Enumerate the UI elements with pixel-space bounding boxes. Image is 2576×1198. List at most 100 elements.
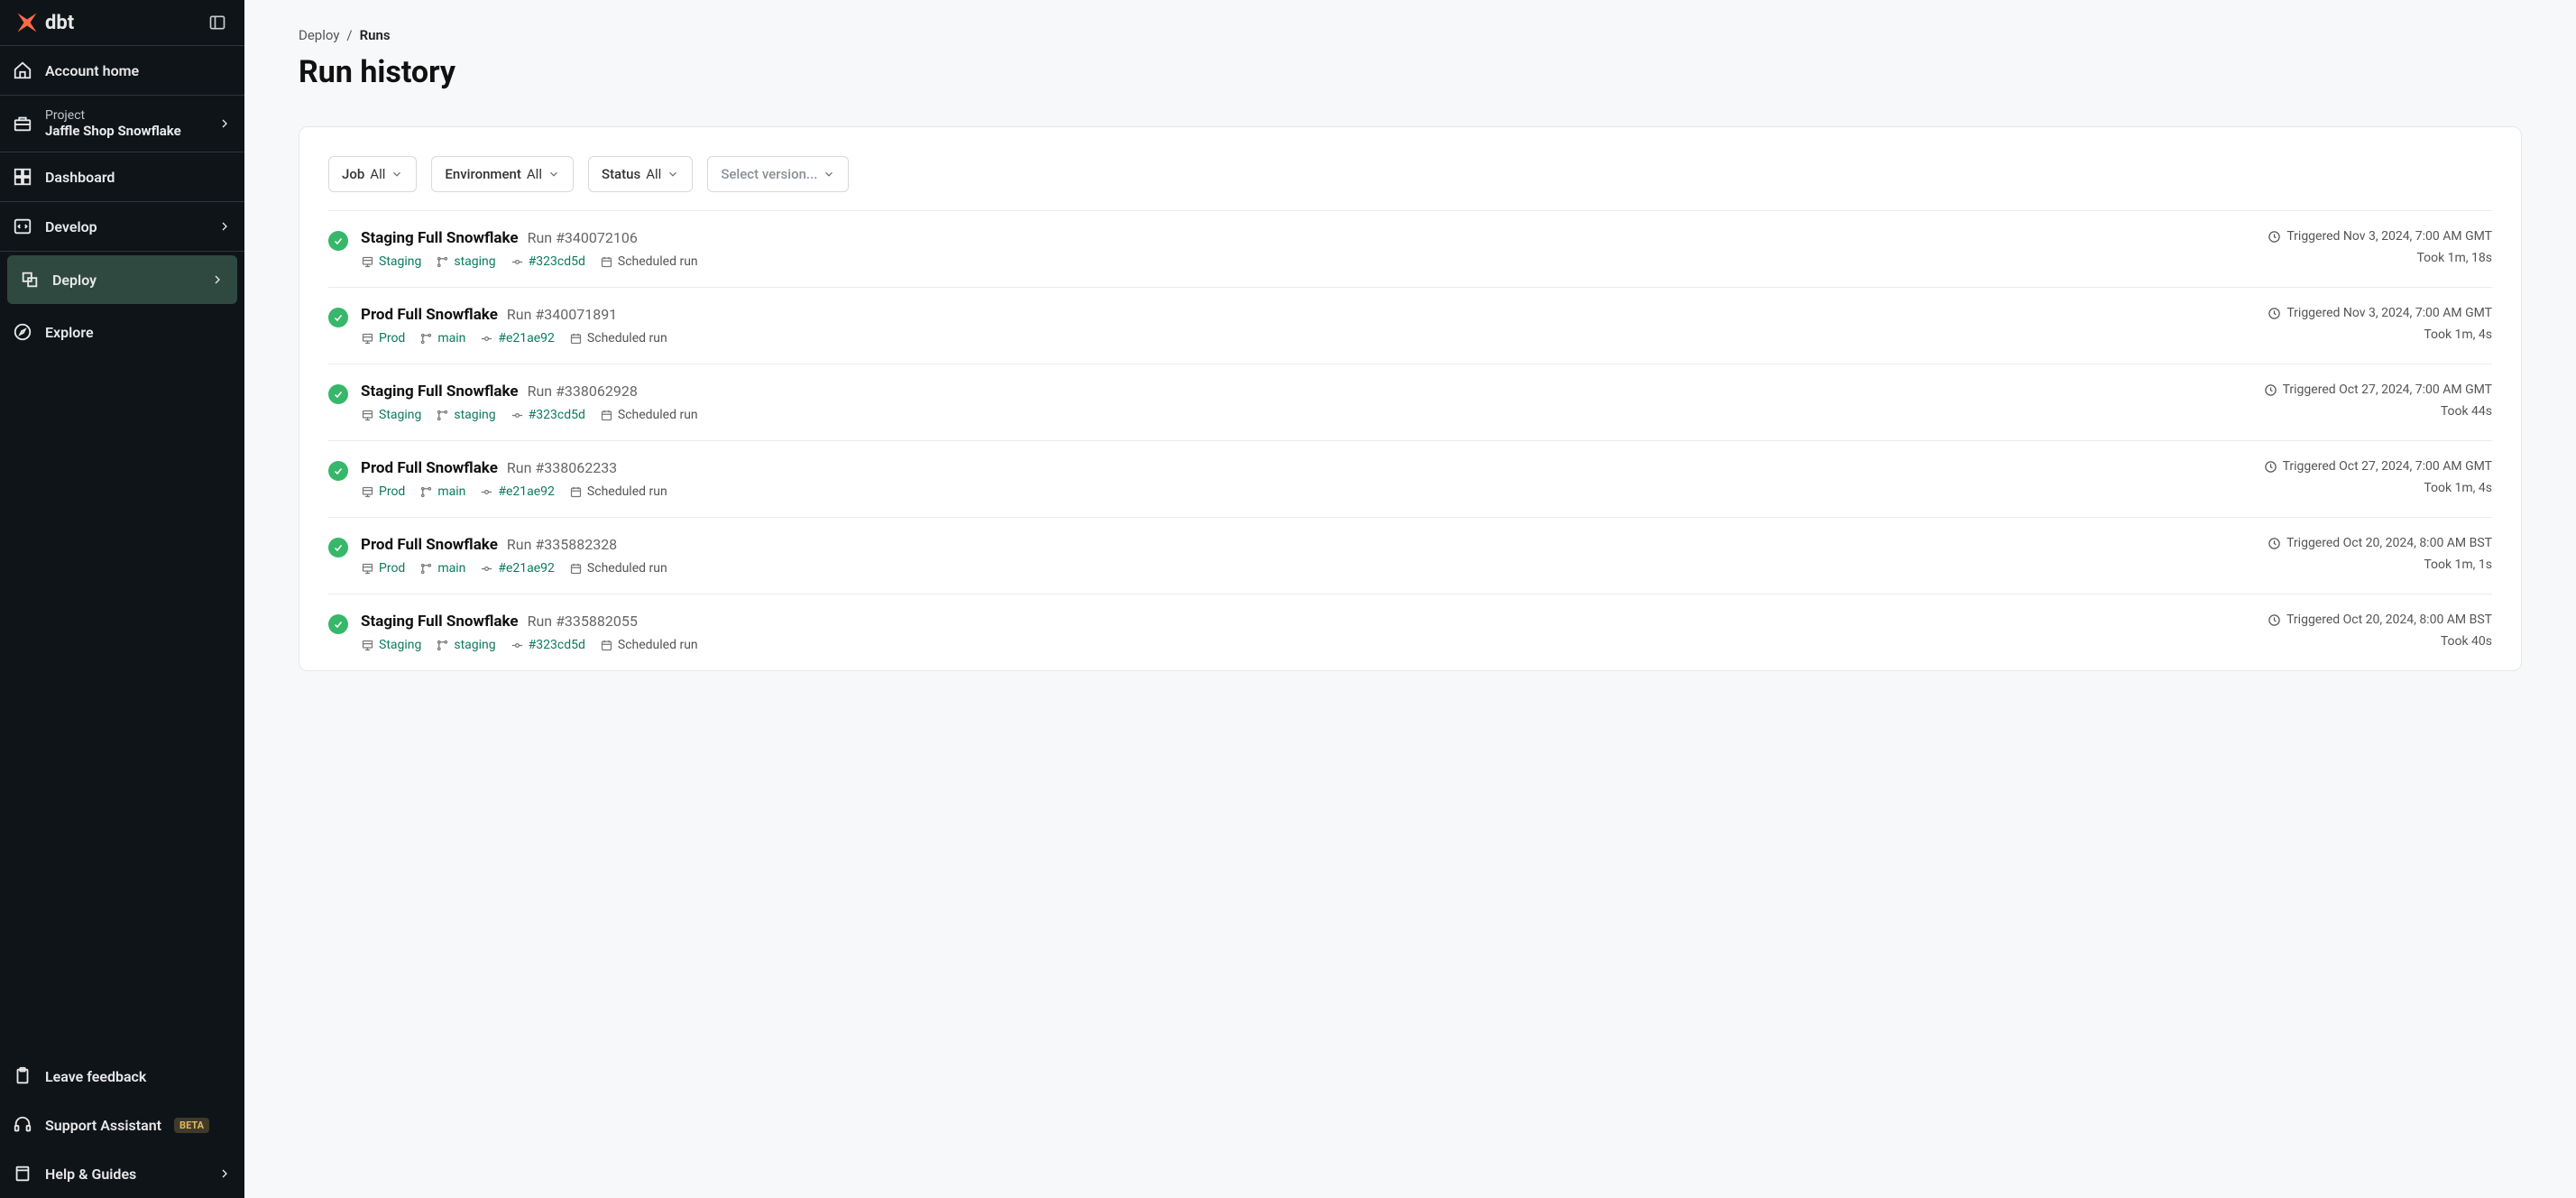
run-branch[interactable]: staging xyxy=(436,638,495,652)
run-environment[interactable]: Prod xyxy=(361,484,405,499)
clock-icon xyxy=(2264,460,2277,474)
chevron-down-icon xyxy=(823,168,835,180)
run-environment[interactable]: Staging xyxy=(361,254,421,269)
filter-value: All xyxy=(527,166,542,182)
run-branch[interactable]: main xyxy=(419,561,465,576)
nav-label: Leave feedback xyxy=(45,1068,146,1085)
chevron-down-icon xyxy=(667,168,679,180)
commit-icon xyxy=(480,332,493,346)
commit-icon xyxy=(511,409,524,422)
chevron-right-icon xyxy=(217,116,232,131)
clock-icon xyxy=(2268,537,2281,550)
run-environment[interactable]: Staging xyxy=(361,408,421,422)
run-branch[interactable]: main xyxy=(419,331,465,346)
commit-icon xyxy=(511,639,524,652)
run-commit[interactable]: #e21ae92 xyxy=(480,331,555,346)
run-commit[interactable]: #323cd5d xyxy=(511,408,585,422)
brand-name: dbt xyxy=(45,12,74,34)
sidebar-collapse-button[interactable] xyxy=(205,10,230,35)
chevron-right-icon xyxy=(217,219,232,234)
sidebar-item-project[interactable]: Project Jaffle Shop Snowflake xyxy=(0,96,244,152)
status-success-icon xyxy=(328,384,348,404)
filter-version[interactable]: Select version... xyxy=(707,156,849,192)
run-row[interactable]: Staging Full Snowflake Run #335882055 St… xyxy=(328,594,2492,670)
beta-badge: BETA xyxy=(174,1118,209,1133)
calendar-icon xyxy=(600,409,613,422)
sidebar-item-deploy[interactable]: Deploy xyxy=(7,255,237,304)
run-name: Prod Full Snowflake xyxy=(361,306,498,324)
status-success-icon xyxy=(328,614,348,634)
clipboard-icon xyxy=(13,1066,32,1086)
filter-value: All xyxy=(646,166,661,182)
run-branch[interactable]: staging xyxy=(436,408,495,422)
calendar-icon xyxy=(600,255,613,269)
filters: Job All Environment All Status All Selec… xyxy=(299,127,2521,210)
chevron-down-icon xyxy=(391,168,403,180)
environment-icon xyxy=(361,255,374,269)
sidebar-item-account-home[interactable]: Account home xyxy=(0,46,244,96)
book-icon xyxy=(13,1164,32,1184)
nav-label: Deploy xyxy=(52,272,97,289)
run-trigger-type: Scheduled run xyxy=(569,484,667,499)
run-row[interactable]: Prod Full Snowflake Run #335882328 Prod … xyxy=(328,517,2492,594)
run-environment[interactable]: Prod xyxy=(361,561,405,576)
run-triggered-time: Triggered Oct 27, 2024, 7:00 AM GMT xyxy=(2264,382,2492,397)
logo[interactable]: dbt xyxy=(14,10,74,35)
nav-label: Help & Guides xyxy=(45,1166,136,1183)
run-commit[interactable]: #e21ae92 xyxy=(480,561,555,576)
breadcrumb: Deploy / Runs xyxy=(299,27,2522,43)
environment-icon xyxy=(361,485,374,499)
calendar-icon xyxy=(569,332,583,346)
sidebar-item-develop[interactable]: Develop xyxy=(0,202,244,252)
run-trigger-type: Scheduled run xyxy=(569,331,667,346)
run-name: Prod Full Snowflake xyxy=(361,459,498,477)
compass-icon xyxy=(13,322,32,342)
sidebar-item-explore[interactable]: Explore xyxy=(0,308,244,356)
branch-icon xyxy=(419,562,433,576)
chevron-right-icon xyxy=(210,272,225,287)
breadcrumb-deploy[interactable]: Deploy xyxy=(299,27,339,43)
run-trigger-type: Scheduled run xyxy=(600,408,698,422)
sidebar-item-feedback[interactable]: Leave feedback xyxy=(0,1052,244,1101)
environment-icon xyxy=(361,409,374,422)
run-row[interactable]: Prod Full Snowflake Run #340071891 Prod … xyxy=(328,287,2492,364)
run-duration: Took 1m, 18s xyxy=(2416,251,2492,265)
run-row[interactable]: Staging Full Snowflake Run #340072106 St… xyxy=(328,210,2492,287)
environment-icon xyxy=(361,639,374,652)
sidebar: dbt Account home Project Jaffle Shop Sno… xyxy=(0,0,244,1198)
project-label: Project xyxy=(45,108,181,123)
run-name: Staging Full Snowflake xyxy=(361,382,519,401)
sidebar-item-dashboard[interactable]: Dashboard xyxy=(0,152,244,202)
run-history-card: Job All Environment All Status All Selec… xyxy=(299,126,2522,671)
clock-icon xyxy=(2268,307,2281,320)
run-triggered-time: Triggered Oct 27, 2024, 7:00 AM GMT xyxy=(2264,459,2492,474)
run-commit[interactable]: #e21ae92 xyxy=(480,484,555,499)
sidebar-item-support[interactable]: Support Assistant BETA xyxy=(0,1101,244,1149)
clock-icon xyxy=(2264,383,2277,397)
run-branch[interactable]: main xyxy=(419,484,465,499)
home-icon xyxy=(13,60,32,80)
filter-status[interactable]: Status All xyxy=(588,156,693,192)
sidebar-item-help[interactable]: Help & Guides xyxy=(0,1149,244,1198)
branch-icon xyxy=(436,639,449,652)
branch-icon xyxy=(419,332,433,346)
filter-job[interactable]: Job All xyxy=(328,156,417,192)
run-commit[interactable]: #323cd5d xyxy=(511,638,585,652)
calendar-icon xyxy=(600,639,613,652)
page-title: Run history xyxy=(299,54,2522,90)
headset-icon xyxy=(13,1115,32,1135)
filter-value: All xyxy=(370,166,385,182)
run-environment[interactable]: Prod xyxy=(361,331,405,346)
branch-icon xyxy=(436,409,449,422)
branch-icon xyxy=(419,485,433,499)
breadcrumb-separator: / xyxy=(346,27,352,43)
run-duration: Took 1m, 4s xyxy=(2424,481,2492,495)
filter-environment[interactable]: Environment All xyxy=(431,156,574,192)
run-row[interactable]: Staging Full Snowflake Run #338062928 St… xyxy=(328,364,2492,440)
run-commit[interactable]: #323cd5d xyxy=(511,254,585,269)
run-environment[interactable]: Staging xyxy=(361,638,421,652)
run-branch[interactable]: staging xyxy=(436,254,495,269)
run-number: Run #338062928 xyxy=(528,382,638,400)
run-row[interactable]: Prod Full Snowflake Run #338062233 Prod … xyxy=(328,440,2492,517)
dashboard-icon xyxy=(13,167,32,187)
